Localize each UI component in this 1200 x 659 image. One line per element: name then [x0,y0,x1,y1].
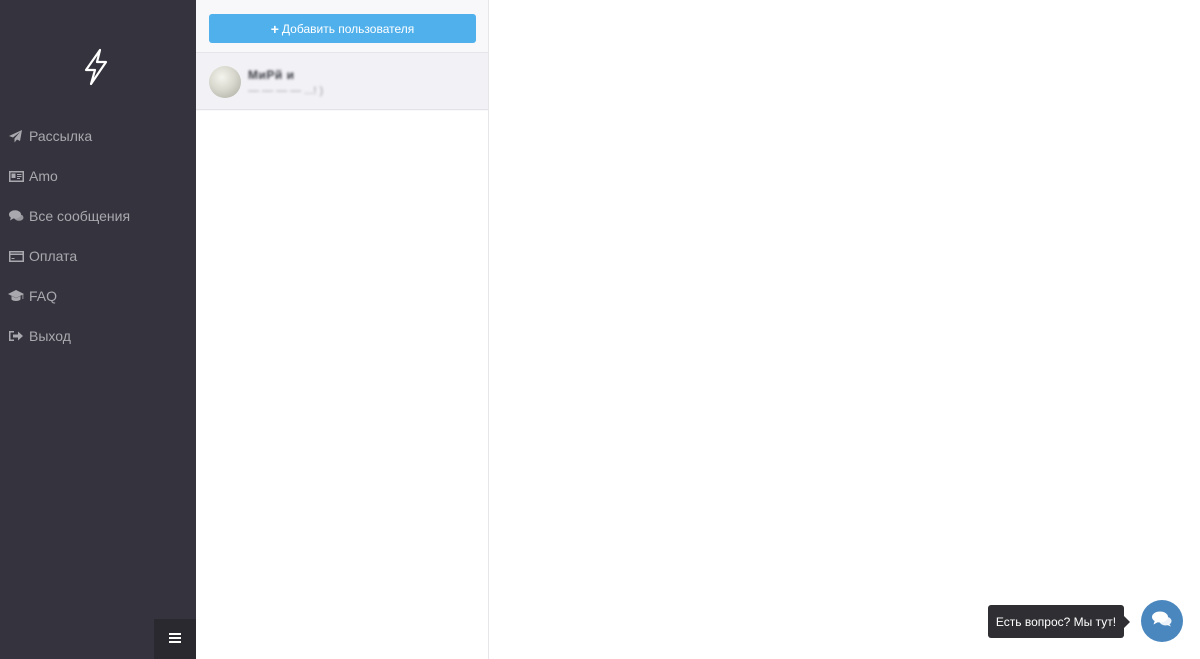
plus-icon: + [270,20,279,37]
user-subtitle: — — — — ...! ) [248,85,324,97]
sign-out-icon [8,329,24,343]
sidebar-item-payment[interactable]: Оплата [0,236,196,276]
avatar [209,66,241,98]
sidebar-item-label: Amo [29,168,58,184]
lightning-bolt-icon[interactable] [80,48,112,86]
sidebar-item-label: Рассылка [29,128,93,144]
paper-plane-icon [8,129,24,143]
sidebar-item-label: Оплата [29,248,78,264]
sidebar-item-faq[interactable]: FAQ [0,276,196,316]
chat-tooltip: Есть вопрос? Мы тут! [988,605,1130,638]
sidebar-item-amo[interactable]: Amo [0,156,196,196]
comments-icon [8,209,24,223]
sidebar-item-logout[interactable]: Выход [0,316,196,356]
users-panel: + Добавить пользователя МиРй и — — — — .… [196,0,489,659]
sidebar-item-all-messages[interactable]: Все сообщения [0,196,196,236]
chat-bubbles-icon [1152,611,1172,632]
user-list-empty-area [196,111,488,659]
chat-widget-button[interactable] [1141,600,1183,642]
sidebar-toggle-button[interactable] [154,619,196,659]
add-user-label: Добавить пользователя [281,21,415,36]
sidebar-item-label: FAQ [29,288,58,304]
sidebar: Рассылка Amo Все сообщения Оплата FAQ Вы… [0,0,196,659]
id-card-icon [8,169,24,183]
hamburger-icon [169,630,181,648]
user-list-item[interactable]: МиРй и — — — — ...! ) [196,53,488,110]
sidebar-item-label: Все сообщения [29,208,131,224]
add-user-button[interactable]: + Добавить пользователя [209,14,476,43]
sidebar-item-label: Выход [29,328,71,344]
user-name: МиРй и [248,68,295,82]
sidebar-nav: Рассылка Amo Все сообщения Оплата FAQ Вы… [0,116,196,356]
graduation-cap-icon [8,289,24,303]
credit-card-icon [8,249,24,263]
sidebar-item-mailing[interactable]: Рассылка [0,116,196,156]
